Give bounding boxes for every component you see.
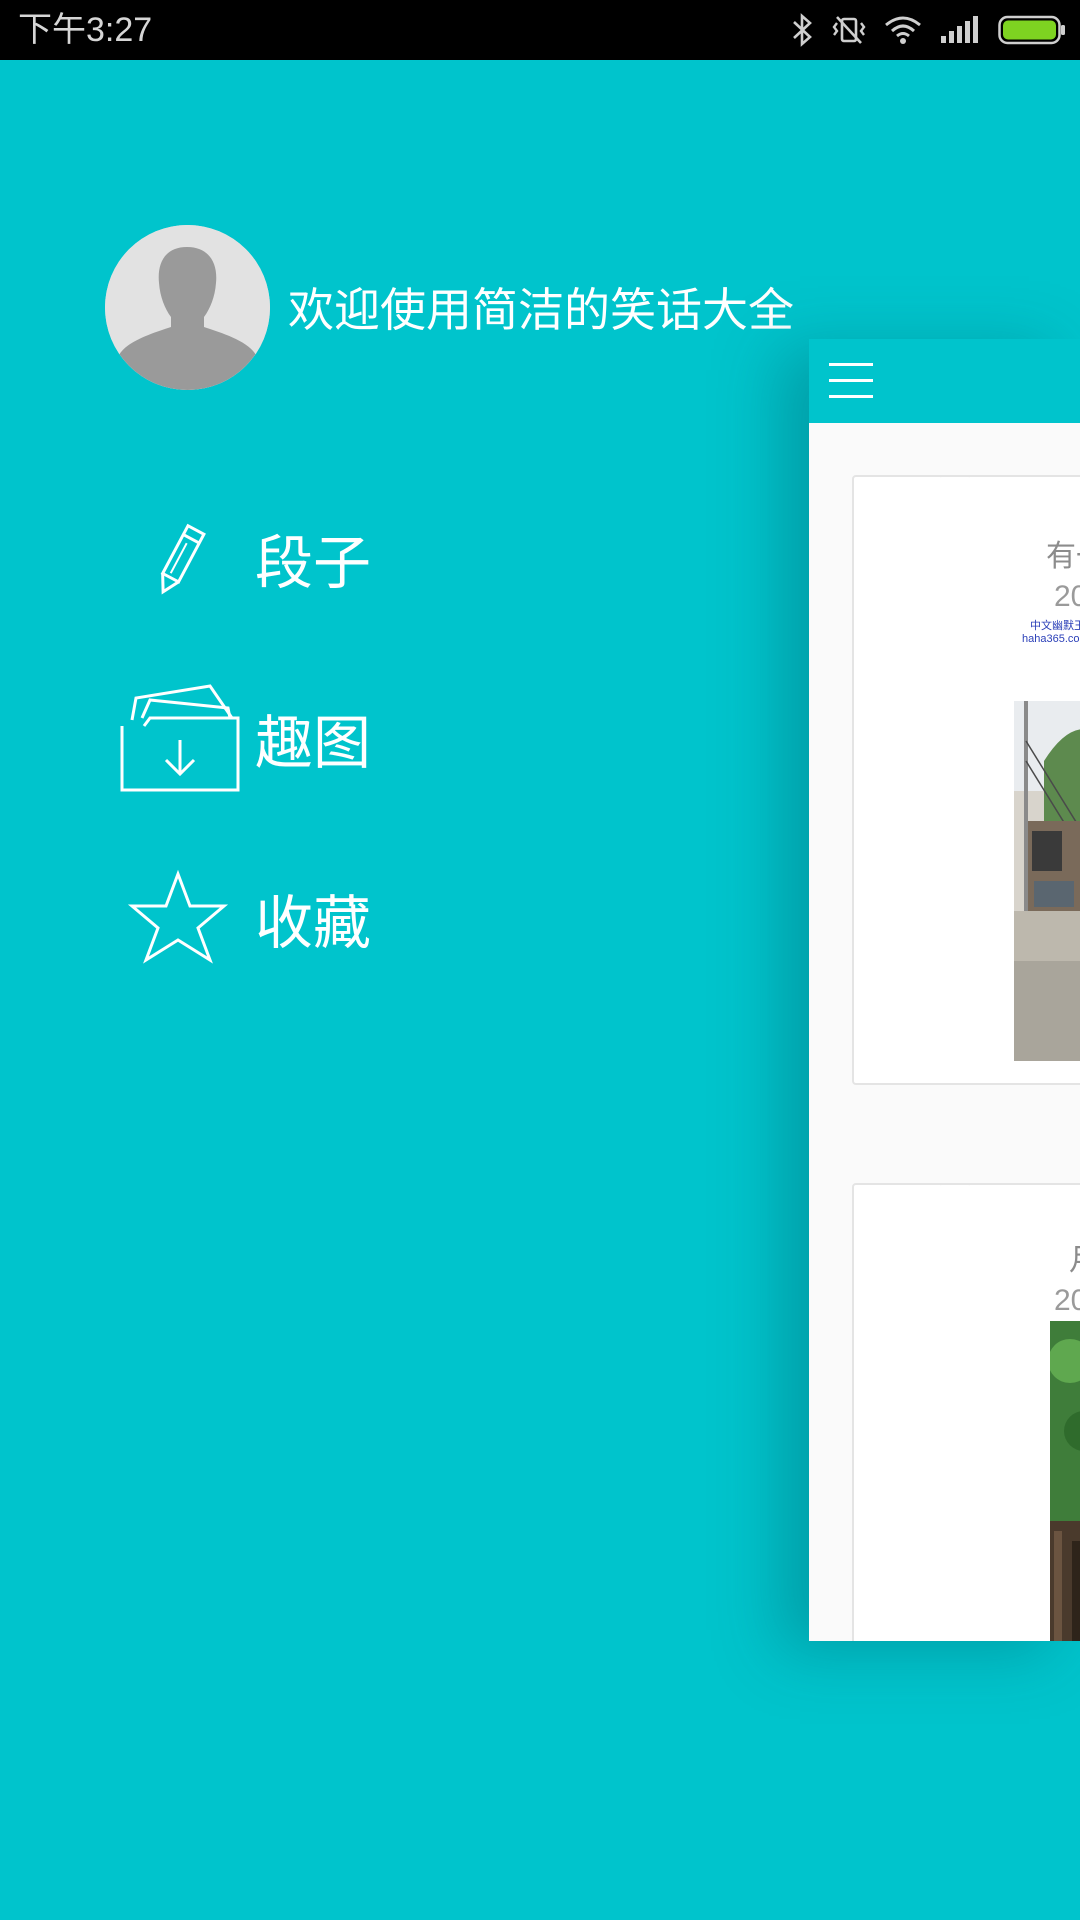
card-watermark: 中文幽默王 haha365.com	[1022, 620, 1080, 645]
avatar[interactable]	[105, 225, 270, 390]
star-icon	[127, 869, 229, 964]
hamburger-icon[interactable]	[829, 363, 873, 399]
joke-card[interactable]: 有一 20 中文幽默王 haha365.com	[852, 475, 1080, 1085]
user-silhouette-icon	[105, 225, 270, 390]
card-title: 有一	[1046, 539, 1080, 574]
signal-icon	[941, 16, 978, 43]
joke-feed[interactable]: 有一 20 中文幽默王 haha365.com	[809, 423, 1080, 1641]
battery-icon	[998, 15, 1065, 45]
card-date: 20	[1054, 580, 1080, 613]
card-image	[1050, 1321, 1080, 1641]
folder-download-icon	[120, 684, 240, 792]
pencil-icon	[160, 523, 206, 595]
menu-item-pictures[interactable]: 趣图	[120, 670, 620, 810]
menu-label-favorites: 收藏	[255, 889, 372, 957]
card-notch	[939, 477, 971, 492]
status-time: 下午3:27	[18, 11, 153, 49]
menu-item-jokes[interactable]: 段子	[120, 490, 620, 630]
card-image	[1014, 701, 1080, 1061]
main-panel[interactable]: 有一 20 中文幽默王 haha365.com	[809, 339, 1080, 1641]
bluetooth-icon	[793, 13, 812, 47]
status-bar: 下午3:27	[0, 0, 1080, 60]
welcome-text: 欢迎使用简洁的笑话大全	[288, 283, 794, 337]
menu-label-pictures: 趣图	[255, 709, 372, 777]
vibrate-off-icon	[832, 16, 866, 44]
menu-label-jokes: 段子	[255, 529, 372, 597]
card-title: 月	[1069, 1241, 1080, 1281]
joke-card[interactable]: 月 20	[852, 1183, 1080, 1641]
card-notch	[939, 1185, 971, 1200]
menu-item-favorites[interactable]: 收藏	[120, 850, 620, 990]
card-date: 20	[1054, 1284, 1080, 1317]
wifi-icon	[885, 16, 921, 44]
status-icons	[790, 10, 1066, 50]
main-toolbar	[809, 339, 1080, 423]
